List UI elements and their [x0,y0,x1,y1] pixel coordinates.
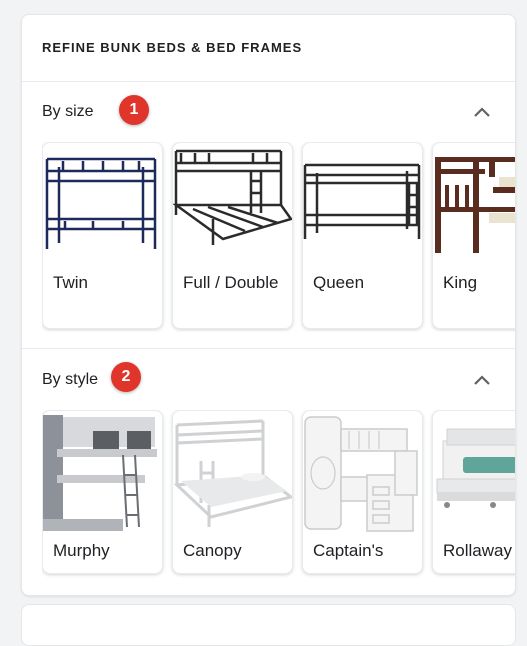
option-full-double[interactable]: Full / Double [172,142,293,329]
option-label: Twin [53,273,88,292]
style-options-row: Murphy Canopy Captain's Rollaway [42,410,515,595]
canopy-bunk-bed-image [173,419,292,527]
king-bunk-bed-image [435,157,515,253]
option-rollaway[interactable]: Rollaway [432,410,515,574]
rollaway-bed-image [436,428,515,508]
option-king[interactable]: King [432,142,515,329]
section-title-by-style[interactable]: By style [42,371,98,389]
section-title-by-size[interactable]: By size [42,103,94,121]
option-label: Canopy [183,541,242,560]
option-label: Murphy [53,541,110,560]
option-canopy[interactable]: Canopy [172,410,293,574]
twin-bunk-bed-image [45,157,157,249]
full-bunk-bed-image [173,149,292,245]
divider [22,348,515,349]
option-twin[interactable]: Twin [42,142,163,329]
annotation-badge-1: 1 [119,95,149,125]
divider [22,81,515,82]
option-murphy[interactable]: Murphy [42,410,163,574]
size-options-row: Twin Full / Double Queen King [42,142,515,332]
option-label: Rollaway [443,541,512,560]
murphy-bed-image [43,415,157,531]
option-label: Captain's [313,541,384,560]
option-label: King [443,273,478,292]
option-queen[interactable]: Queen [302,142,423,329]
captains-bunk-bed-image [304,416,418,532]
option-captains[interactable]: Captain's [302,410,423,574]
panel-heading: REFINE BUNK BEDS & BED FRAMES [42,40,303,55]
annotation-badge-2: 2 [111,362,141,392]
option-label: Queen [313,273,365,292]
next-panel [21,604,516,646]
option-label: Full / Double [183,273,279,292]
chevron-up-icon[interactable] [471,369,493,391]
chevron-up-icon[interactable] [471,101,493,123]
queen-bunk-bed-image [303,163,421,239]
refine-panel: REFINE BUNK BEDS & BED FRAMES By size 1 [21,14,516,596]
